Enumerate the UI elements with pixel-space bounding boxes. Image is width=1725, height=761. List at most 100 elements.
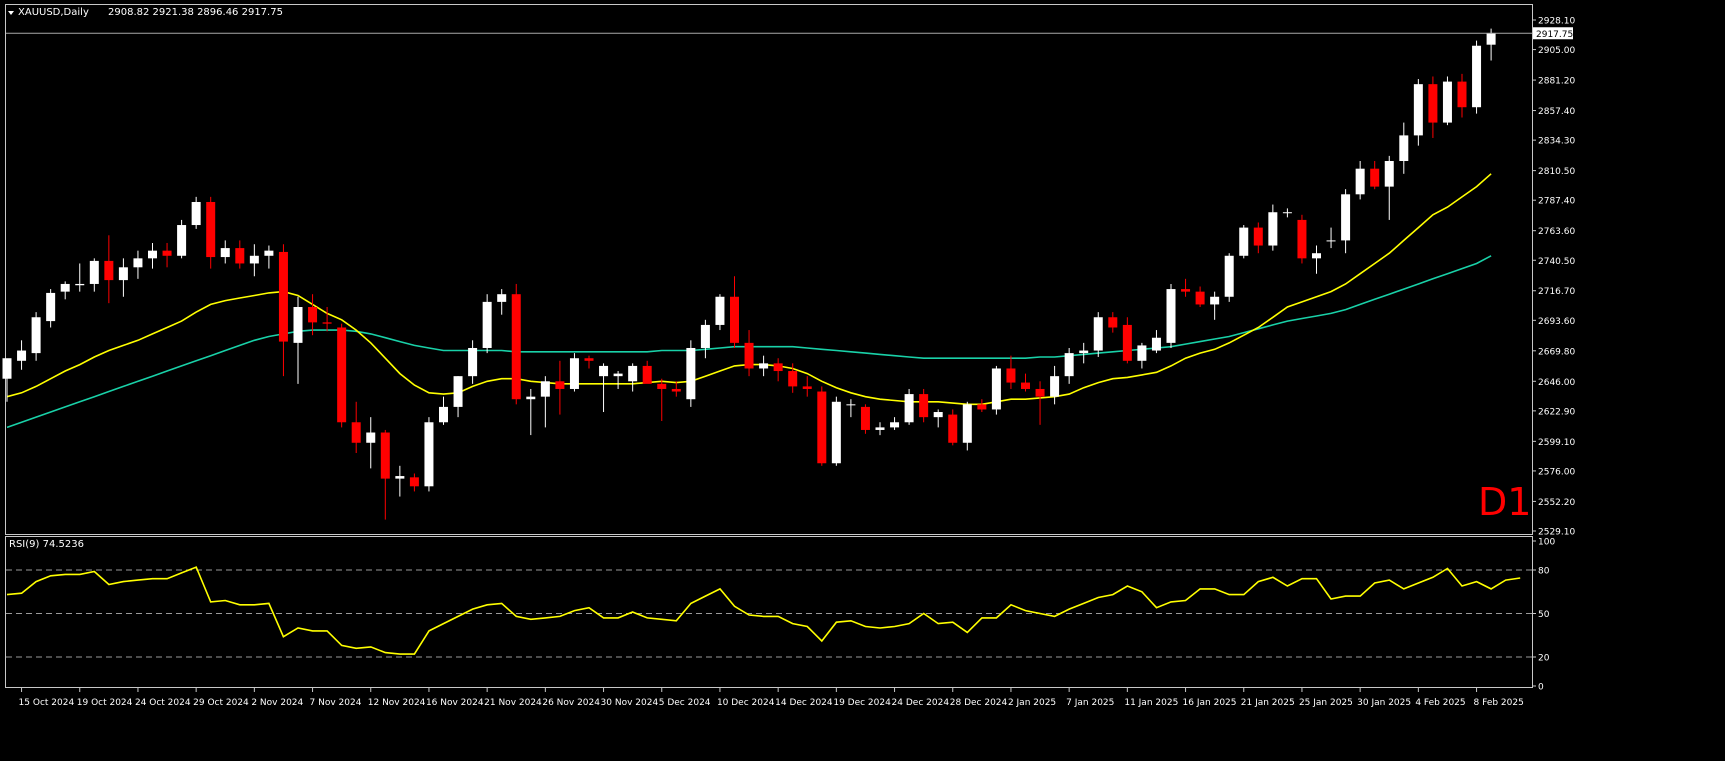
candle-body	[1370, 168, 1380, 187]
candle-body	[1312, 253, 1321, 259]
candle-body	[1181, 289, 1191, 292]
price-chart: 2928.10 2905.00 2881.20 2857.40 2834.30 2810.…	[0, 0, 1725, 757]
candle-body	[1282, 212, 1292, 214]
candle	[904, 388, 914, 425]
candle-body	[1122, 324, 1132, 361]
date-tick-label: 10 Dec 2024	[717, 698, 775, 708]
candle	[1297, 214, 1307, 264]
candle-body	[220, 248, 230, 258]
candle-body	[235, 248, 245, 264]
candle-body	[148, 250, 157, 259]
candle-body	[206, 201, 216, 258]
date-tick-label: 19 Oct 2024	[77, 698, 133, 708]
candle-body	[1341, 194, 1351, 241]
ohlc-header: 2908.82 2921.38 2896.46 2917.75	[108, 7, 283, 18]
candle-body	[511, 294, 521, 400]
candle-body	[395, 476, 405, 479]
price-tick-label: 2599.10	[1538, 438, 1575, 448]
date-tick-label: 11 Jan 2025	[1124, 698, 1178, 708]
date-tick-label: 30 Jan 2025	[1357, 698, 1411, 708]
candle-body	[875, 427, 885, 430]
candle-body	[1108, 317, 1118, 328]
candle-body	[46, 292, 56, 322]
candle	[424, 417, 434, 492]
candle-body	[802, 386, 812, 389]
candle-body	[686, 347, 696, 400]
chart-container: 2928.10 2905.00 2881.20 2857.40 2834.30 2810.…	[0, 0, 1725, 757]
candle-body	[1297, 219, 1307, 259]
candle-body	[773, 363, 783, 372]
candle	[1239, 225, 1249, 259]
price-tick-label: 2529.10	[1538, 528, 1575, 538]
candle-body	[962, 404, 972, 443]
rsi-title: RSI(9) 74.5236	[9, 539, 84, 550]
candle-body	[191, 201, 201, 226]
candle	[511, 283, 521, 405]
candle	[1093, 312, 1103, 357]
candle-body	[293, 307, 303, 343]
candle	[569, 353, 579, 392]
price-tick-label: 2576.00	[1538, 467, 1575, 477]
candle-body	[919, 394, 929, 418]
candle-body	[642, 365, 652, 384]
candle-body	[1253, 227, 1263, 246]
price-tick-label: 2646.00	[1538, 378, 1575, 388]
candle-body	[1268, 212, 1278, 246]
date-tick-label: 12 Nov 2024	[368, 698, 426, 708]
candle	[1472, 40, 1482, 114]
candle-body	[1384, 161, 1394, 187]
price-tick-label: 2622.90	[1538, 407, 1575, 417]
candle	[686, 340, 696, 407]
candle-body	[599, 365, 609, 377]
candle	[482, 294, 492, 354]
candle-body	[177, 225, 187, 256]
date-tick-label: 16 Nov 2024	[426, 698, 484, 708]
candle-body	[104, 260, 114, 281]
candle-body	[1457, 81, 1467, 108]
candle-body	[904, 394, 914, 423]
candle-body	[744, 342, 754, 369]
candle-body	[1079, 350, 1089, 354]
candle-body	[1166, 289, 1176, 343]
candle	[1166, 283, 1176, 348]
chart-background	[0, 0, 1725, 757]
candle-body	[657, 383, 667, 389]
candle-body	[584, 358, 594, 361]
candle-body	[1021, 382, 1030, 389]
candle-body	[1006, 368, 1016, 383]
date-tick-label: 14 Dec 2024	[775, 698, 833, 708]
candle-body	[569, 358, 579, 389]
candle-body	[555, 381, 565, 389]
candle-body	[759, 363, 769, 369]
candle-body	[700, 324, 710, 348]
price-tick-label: 2716.70	[1538, 287, 1575, 297]
candle-body	[788, 371, 798, 387]
symbol-title: XAUUSD,Daily	[18, 7, 89, 18]
date-tick-label: 26 Nov 2024	[542, 698, 600, 708]
price-tick-label: 2669.80	[1538, 347, 1575, 357]
date-tick-label: 24 Dec 2024	[892, 698, 950, 708]
rsi-tick-label: 0	[1538, 683, 1544, 693]
candle-body	[1355, 168, 1365, 195]
candle-body	[133, 258, 143, 268]
date-tick-label: 15 Oct 2024	[19, 698, 75, 708]
candle-body	[1428, 84, 1438, 123]
rsi-tick-label: 50	[1538, 610, 1550, 620]
candle-body	[468, 347, 478, 377]
candle-body	[75, 283, 85, 286]
candle	[1224, 253, 1234, 302]
date-tick-label: 21 Nov 2024	[484, 698, 542, 708]
date-tick-label: 2 Nov 2024	[251, 698, 303, 708]
price-tick-label: 2834.30	[1538, 137, 1575, 147]
candle	[817, 386, 827, 466]
date-tick-label: 25 Jan 2025	[1299, 698, 1353, 708]
price-tick-label: 2881.20	[1538, 77, 1575, 87]
candle-body	[1472, 45, 1482, 108]
candle-body	[1195, 291, 1205, 305]
date-tick-label: 7 Jan 2025	[1066, 698, 1114, 708]
price-tick-label: 2787.40	[1538, 197, 1575, 207]
price-tick-label: 2857.40	[1538, 107, 1575, 117]
candle-body	[17, 350, 27, 361]
candle-body	[482, 301, 492, 348]
candle-body	[890, 422, 900, 428]
